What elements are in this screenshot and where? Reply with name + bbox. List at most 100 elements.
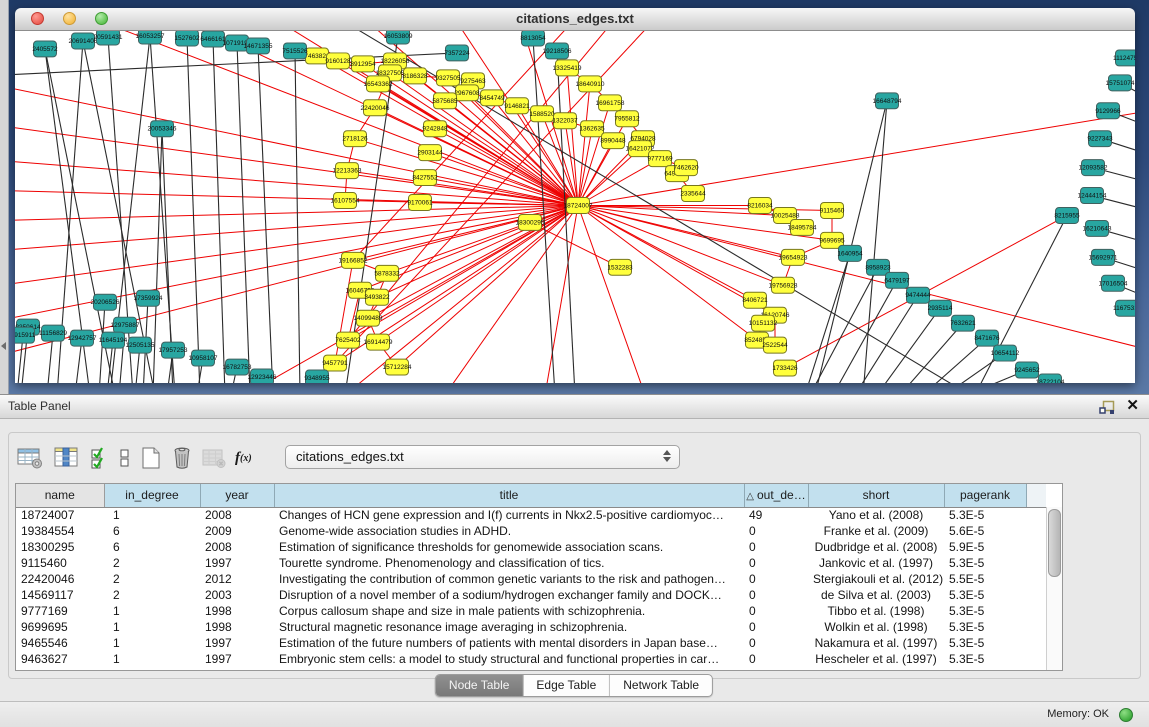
- graph-node[interactable]: 7632621: [950, 315, 976, 331]
- table-cell[interactable]: 0: [744, 603, 808, 619]
- graph-node[interactable]: 9227343: [1087, 131, 1113, 147]
- table-row[interactable]: 911546021997Tourette syndrome. Phenomeno…: [16, 555, 1046, 571]
- table-row[interactable]: 1456911722003Disruption of a novel membe…: [16, 587, 1046, 603]
- table-cell[interactable]: 1997: [200, 635, 274, 651]
- table-cell[interactable]: 2012: [200, 571, 274, 587]
- table-cell[interactable]: 5.5E-5: [944, 571, 1026, 587]
- table-cell[interactable]: 9463627: [16, 651, 104, 667]
- graph-node[interactable]: 14099489: [354, 310, 383, 326]
- graph-node[interactable]: 8990448: [600, 133, 626, 149]
- table-cell[interactable]: Tibbo et al. (1998): [808, 603, 944, 619]
- table-cell[interactable]: 5.3E-5: [944, 603, 1026, 619]
- graph-node[interactable]: 1527602: [174, 31, 200, 46]
- red-edge[interactable]: [530, 222, 620, 267]
- graph-node[interactable]: 18300295: [516, 214, 545, 230]
- table-cell[interactable]: 0: [744, 571, 808, 587]
- red-edge[interactable]: [435, 129, 578, 206]
- table-row[interactable]: 969969511998Structural magnetic resonanc…: [16, 619, 1046, 635]
- column-header-name[interactable]: name: [16, 484, 104, 507]
- table-cell[interactable]: Estimation of significance thresholds fo…: [274, 539, 744, 555]
- graph-node[interactable]: 18724007: [564, 198, 593, 214]
- column-header-pagerank[interactable]: pagerank: [944, 484, 1026, 507]
- select-all-rows-icon[interactable]: [90, 446, 110, 470]
- window-zoom-button[interactable]: [95, 12, 108, 25]
- graph-node[interactable]: 10958107: [189, 350, 218, 366]
- graph-node[interactable]: 12093582: [1079, 160, 1108, 176]
- graph-node[interactable]: 10654112: [991, 345, 1020, 361]
- table-cell[interactable]: Jankovic et al. (1997): [808, 555, 944, 571]
- graph-node[interactable]: 1532283: [607, 259, 633, 275]
- graph-node[interactable]: 18722104: [1036, 374, 1065, 383]
- tab-node-table[interactable]: Node Table: [436, 675, 524, 696]
- table-cell[interactable]: 6: [104, 523, 200, 539]
- graph-node[interactable]: 7462620: [673, 160, 699, 176]
- table-cell[interactable]: 5.9E-5: [944, 539, 1026, 555]
- graph-node[interactable]: 20591431: [94, 31, 123, 45]
- table-row[interactable]: 2242004622012Investigating the contribut…: [16, 571, 1046, 587]
- table-cell[interactable]: 9777169: [16, 603, 104, 619]
- graph-node[interactable]: 8186328: [402, 68, 428, 84]
- window-minimize-button[interactable]: [63, 12, 76, 25]
- table-cell[interactable]: 1997: [200, 555, 274, 571]
- table-cell[interactable]: de Silva et al. (2003): [808, 587, 944, 603]
- table-cell[interactable]: 5.3E-5: [944, 587, 1026, 603]
- graph-node[interactable]: 2405572: [32, 41, 58, 57]
- graph-node[interactable]: 17957253: [159, 342, 188, 358]
- graph-node[interactable]: 7955812: [614, 111, 640, 127]
- table-cell[interactable]: Nakamura et al. (1997): [808, 635, 944, 651]
- table-cell[interactable]: 9699695: [16, 619, 104, 635]
- table-cell[interactable]: 1: [104, 635, 200, 651]
- graph-node[interactable]: 19218506: [543, 43, 572, 59]
- window-close-button[interactable]: [31, 12, 44, 25]
- graph-node[interactable]: 9242848: [422, 121, 448, 137]
- black-edge[interactable]: [805, 253, 850, 383]
- black-edge[interactable]: [340, 31, 970, 383]
- delete-table-icon[interactable]: [171, 446, 193, 470]
- table-cell[interactable]: 1997: [200, 651, 274, 667]
- network-canvas[interactable]: 1872400774638229160128891295418226058183…: [15, 31, 1135, 383]
- table-cell[interactable]: 6: [104, 539, 200, 555]
- graph-node[interactable]: 6479197: [884, 272, 910, 288]
- graph-node[interactable]: 1733426: [772, 360, 798, 376]
- red-edge[interactable]: [387, 206, 578, 274]
- graph-node[interactable]: 16961758: [596, 95, 625, 111]
- graph-node[interactable]: 16648794: [873, 93, 902, 109]
- black-edge[interactable]: [863, 101, 887, 383]
- float-panel-icon[interactable]: [1099, 400, 1115, 420]
- graph-node[interactable]: 8406721: [742, 292, 768, 308]
- table-cell[interactable]: Disruption of a novel member of a sodium…: [274, 587, 744, 603]
- function-builder-icon[interactable]: f(x): [235, 446, 252, 470]
- table-cell[interactable]: Embryonic stem cells: a model to study s…: [274, 651, 744, 667]
- graph-node[interactable]: 19756928: [769, 277, 798, 293]
- graph-node[interactable]: 8813054: [520, 31, 546, 46]
- graph-node[interactable]: 2903144: [417, 145, 443, 161]
- black-edge[interactable]: [187, 38, 200, 383]
- table-row[interactable]: 977716911998Corpus callosum shape and si…: [16, 603, 1046, 619]
- graph-node[interactable]: 11156829: [39, 325, 67, 341]
- graph-node[interactable]: 15751074: [1106, 75, 1135, 91]
- graph-node[interactable]: 9777169: [647, 151, 673, 167]
- graph-node[interactable]: 16782753: [223, 359, 252, 375]
- column-header-short[interactable]: short: [808, 484, 944, 507]
- table-cell[interactable]: 0: [744, 587, 808, 603]
- table-cell[interactable]: 9465546: [16, 635, 104, 651]
- red-edge[interactable]: [578, 206, 645, 383]
- graph-node[interactable]: 16210643: [1083, 220, 1112, 236]
- graph-node[interactable]: 2522544: [762, 337, 788, 353]
- table-cell[interactable]: 2003: [200, 587, 274, 603]
- node-table[interactable]: namein_degreeyeartitle△out_de…shortpager…: [15, 483, 1063, 671]
- graph-node[interactable]: 3493822: [364, 289, 390, 305]
- table-cell[interactable]: 1: [104, 507, 200, 523]
- table-cell[interactable]: 5.3E-5: [944, 635, 1026, 651]
- graph-node[interactable]: 9327505: [435, 70, 461, 86]
- table-row[interactable]: 946362711997Embryonic stem cells: a mode…: [16, 651, 1046, 667]
- close-panel-icon[interactable]: ✕: [1126, 396, 1139, 414]
- tab-network-table[interactable]: Network Table: [610, 675, 712, 696]
- graph-node[interactable]: 2935114: [928, 300, 953, 316]
- graph-node[interactable]: 15712284: [383, 359, 412, 375]
- network-window-titlebar[interactable]: citations_edges.txt: [15, 8, 1135, 31]
- graph-node[interactable]: 12444154: [1078, 188, 1107, 204]
- table-cell[interactable]: Structural magnetic resonance image aver…: [274, 619, 744, 635]
- black-edge[interactable]: [213, 39, 225, 383]
- create-table-icon[interactable]: [140, 446, 162, 470]
